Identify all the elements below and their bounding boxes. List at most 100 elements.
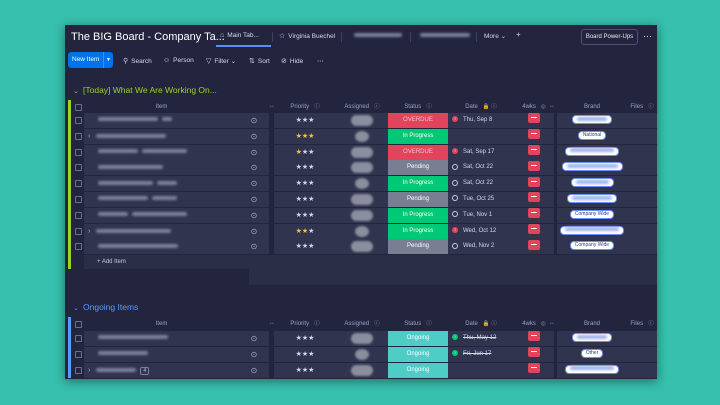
add-update-icon[interactable]: ⊙ <box>239 128 269 144</box>
table-row[interactable]: › ⊙ ★★★ In Progress! Wed, Oct 12 <box>68 223 657 240</box>
star-icon[interactable]: ★ <box>308 133 314 140</box>
column-resize-handle-item-priority[interactable]: ↔ <box>269 103 275 109</box>
files-cell[interactable] <box>627 346 657 362</box>
info-icon[interactable]: ⓘ <box>426 104 432 110</box>
brand-tag[interactable]: Company Wide <box>569 241 615 251</box>
priority-rating[interactable]: ★★★ <box>274 192 336 207</box>
priority-rating[interactable]: ★★★ <box>274 176 336 192</box>
date-cell[interactable] <box>448 362 514 378</box>
group-title-today[interactable]: ⌄ [Today] What We Are Working On... <box>73 85 217 95</box>
brand-cell[interactable] <box>557 223 627 239</box>
assigned-cell[interactable] <box>336 160 388 176</box>
status-label[interactable]: In Progress <box>388 223 448 239</box>
column-resize-handle-item-priority[interactable]: ↔ <box>269 320 275 326</box>
timeline-cell[interactable] <box>514 128 554 144</box>
column-header-brand[interactable]: Brand <box>557 317 627 331</box>
brand-tag[interactable] <box>572 332 612 342</box>
board-title[interactable]: The BIG Board - Company Ta... <box>71 31 225 43</box>
search-button[interactable]: ⚲ Search <box>123 57 152 65</box>
column-header-status[interactable]: Status ⓘ <box>388 100 448 114</box>
column-header-date[interactable]: Date 🔒 ⓘ <box>448 100 514 114</box>
brand-tag[interactable]: Other <box>580 348 604 358</box>
files-cell[interactable] <box>627 223 657 239</box>
item-name-cell[interactable] <box>84 176 239 192</box>
files-cell[interactable] <box>627 113 657 128</box>
table-row[interactable]: ⊙ ★★★ Pending Tue, Oct 25 <box>68 192 657 208</box>
toolbar-more-icon[interactable]: ⋯ <box>317 57 324 65</box>
status-label[interactable]: OVERDUE <box>388 113 448 128</box>
timeline-cell[interactable] <box>514 362 554 378</box>
row-checkbox[interactable] <box>75 350 82 358</box>
more-tabs-button[interactable]: More ⌄ <box>484 32 506 40</box>
brand-cell[interactable]: Company Wide <box>557 207 627 223</box>
timeline-cell[interactable] <box>514 223 554 239</box>
brand-cell[interactable] <box>557 160 627 176</box>
add-item-row[interactable]: + Add Item <box>68 255 657 269</box>
add-update-icon[interactable]: ⊙ <box>239 207 269 223</box>
column-header-item[interactable]: Item <box>84 317 239 331</box>
filter-button[interactable]: ▽ Filter ⌄ <box>206 57 236 65</box>
timeline-cell[interactable] <box>514 207 554 223</box>
add-update-icon[interactable]: ⊙ <box>239 113 269 128</box>
item-name-cell[interactable] <box>84 346 239 362</box>
add-update-icon[interactable]: ⊙ <box>239 160 269 176</box>
timeline-cell[interactable] <box>514 113 554 128</box>
add-update-icon[interactable]: ⊙ <box>239 239 269 255</box>
star-icon[interactable]: ★ <box>308 335 314 342</box>
chevron-down-icon[interactable]: ▼ <box>103 52 113 68</box>
info-icon[interactable]: ⓘ <box>374 104 380 110</box>
item-name-cell[interactable]: › <box>84 223 239 239</box>
status-label[interactable]: In Progress <box>388 128 448 144</box>
star-icon[interactable]: ★ <box>308 196 314 203</box>
item-name-cell[interactable] <box>84 331 239 346</box>
table-row[interactable]: ⊙ ★★★ OVERDUE! Thu, Sep 8 <box>68 113 657 129</box>
star-icon[interactable]: ★ <box>308 351 314 358</box>
assigned-cell[interactable] <box>336 128 388 144</box>
status-label[interactable]: In Progress <box>388 176 448 192</box>
files-cell[interactable] <box>627 144 657 160</box>
timeline-cell[interactable] <box>514 160 554 176</box>
chevron-down-icon[interactable]: ⌄ <box>73 304 83 312</box>
table-row[interactable]: ⊙ ★★★ Pending Wed, Nov 2 Company Wide <box>68 239 657 256</box>
date-cell[interactable]: Tue, Nov 1 <box>448 207 514 223</box>
brand-tag[interactable]: Company Wide <box>569 209 615 219</box>
files-cell[interactable] <box>627 362 657 378</box>
assigned-cell[interactable] <box>336 239 388 255</box>
date-cell[interactable]: ! Sat, Sep 17 <box>448 144 514 160</box>
tab-redacted-1[interactable] <box>354 32 402 39</box>
info-icon[interactable]: ◎ <box>541 104 546 110</box>
files-cell[interactable] <box>627 160 657 176</box>
status-label[interactable]: Ongoing <box>388 346 448 362</box>
files-cell[interactable] <box>627 239 657 255</box>
group-title-ongoing[interactable]: ⌄ Ongoing Items <box>73 302 138 312</box>
files-cell[interactable] <box>627 128 657 144</box>
brand-cell[interactable] <box>557 362 627 378</box>
status-label[interactable]: OVERDUE <box>388 144 448 160</box>
date-cell[interactable]: ! Fri, Jun 17 <box>448 346 514 362</box>
star-icon[interactable]: ★ <box>308 180 314 187</box>
info-icon[interactable]: ⓘ <box>314 104 320 110</box>
star-icon[interactable]: ★ <box>308 228 314 235</box>
status-label[interactable]: Ongoing <box>388 331 448 346</box>
timeline-cell[interactable] <box>514 239 554 255</box>
priority-rating[interactable]: ★★★ <box>274 160 336 176</box>
expand-subitems-icon[interactable]: › <box>88 367 90 374</box>
item-name-cell[interactable] <box>84 207 239 223</box>
priority-rating[interactable]: ★★★ <box>274 239 336 255</box>
assigned-cell[interactable] <box>336 113 388 128</box>
info-icon[interactable]: ⓘ <box>648 104 654 110</box>
date-cell[interactable]: ! Thu, Sep 8 <box>448 113 514 128</box>
add-update-icon[interactable]: ⊙ <box>239 223 269 239</box>
item-name-cell[interactable] <box>84 113 239 128</box>
sort-button[interactable]: ⇅ Sort <box>249 57 270 65</box>
assigned-cell[interactable] <box>336 192 388 207</box>
item-name-cell[interactable] <box>84 192 239 207</box>
expand-subitems-icon[interactable]: › <box>88 133 90 140</box>
assigned-cell[interactable] <box>336 331 388 346</box>
row-checkbox[interactable] <box>75 148 82 156</box>
column-resize-handle-wks-brand[interactable]: ↔ <box>549 103 555 109</box>
expand-subitems-icon[interactable]: › <box>88 228 90 235</box>
column-header-priority[interactable]: Priority ⓘ <box>274 317 336 331</box>
column-header-wks[interactable]: 4wks ◎ <box>514 317 554 331</box>
column-header-wks[interactable]: 4wks ◎ <box>514 100 554 114</box>
